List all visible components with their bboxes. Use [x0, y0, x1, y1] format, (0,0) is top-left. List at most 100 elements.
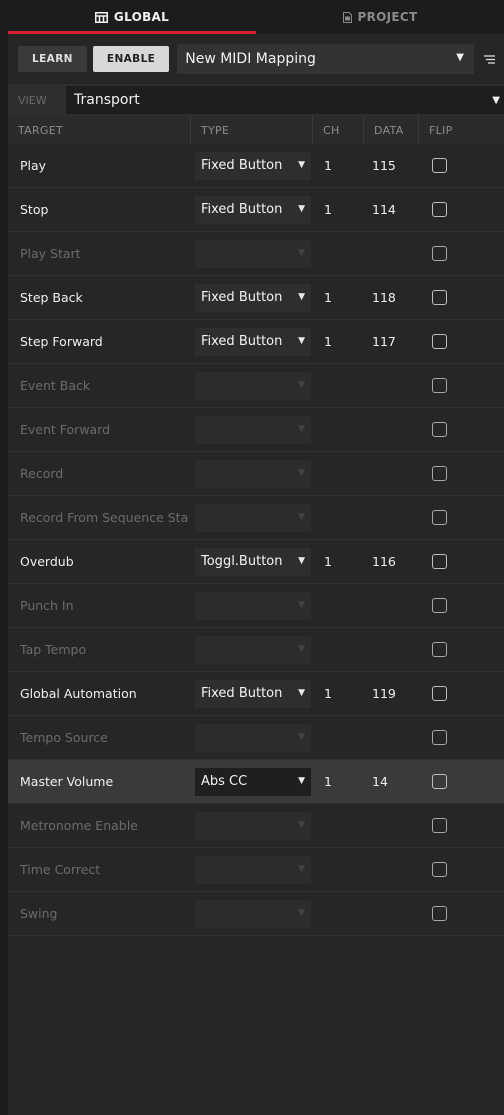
- table-row[interactable]: Play Fixed Button ▼ 1 115: [8, 144, 504, 188]
- flip-checkbox[interactable]: [432, 378, 447, 393]
- table-row[interactable]: Metronome Enable ▼: [8, 804, 504, 848]
- tab-project[interactable]: PROJECT: [256, 0, 504, 34]
- flip-cell: [419, 672, 504, 715]
- type-select[interactable]: ▼: [195, 371, 311, 400]
- type-select[interactable]: ▼: [195, 899, 311, 928]
- flip-checkbox[interactable]: [432, 510, 447, 525]
- channel-cell: [313, 364, 364, 407]
- type-select[interactable]: Fixed Button ▼: [195, 327, 311, 356]
- table-row[interactable]: Global Automation Fixed Button ▼ 1 119: [8, 672, 504, 716]
- type-select[interactable]: ▼: [195, 723, 311, 752]
- table-header: TARGET TYPE CH DATA FLIP: [8, 116, 504, 144]
- type-select-value: Fixed Button: [201, 334, 283, 349]
- type-select[interactable]: Abs CC ▼: [195, 767, 311, 796]
- table-row[interactable]: Master Volume Abs CC ▼ 1 14: [8, 760, 504, 804]
- tab-bar: GLOBAL PROJECT: [8, 0, 504, 34]
- type-cell: ▼: [191, 804, 313, 847]
- type-select-value: Fixed Button: [201, 686, 283, 701]
- flip-checkbox[interactable]: [432, 906, 447, 921]
- type-select[interactable]: ▼: [195, 855, 311, 884]
- type-cell: Fixed Button ▼: [191, 672, 313, 715]
- channel-cell: [313, 804, 364, 847]
- dropdown-arrow-icon: ▼: [456, 52, 464, 63]
- table-row[interactable]: Record ▼: [8, 452, 504, 496]
- flip-checkbox[interactable]: [432, 862, 447, 877]
- table-row[interactable]: Play Start ▼: [8, 232, 504, 276]
- flip-checkbox[interactable]: [432, 598, 447, 613]
- table-row[interactable]: Step Back Fixed Button ▼ 1 118: [8, 276, 504, 320]
- type-select[interactable]: ▼: [195, 811, 311, 840]
- type-select[interactable]: ▼: [195, 459, 311, 488]
- flip-checkbox[interactable]: [432, 818, 447, 833]
- type-cell: ▼: [191, 452, 313, 495]
- table-row[interactable]: Swing ▼: [8, 892, 504, 936]
- enable-button[interactable]: ENABLE: [92, 46, 170, 72]
- flip-cell: [419, 628, 504, 671]
- flip-checkbox[interactable]: [432, 290, 447, 305]
- dropdown-arrow-icon: ▼: [298, 555, 305, 566]
- view-select[interactable]: Transport ▼: [66, 86, 504, 114]
- data-cell: [364, 364, 419, 407]
- type-select-value: Fixed Button: [201, 290, 283, 305]
- learn-button[interactable]: LEARN: [18, 46, 87, 72]
- target-cell: Global Automation: [20, 686, 137, 701]
- flip-checkbox[interactable]: [432, 158, 447, 173]
- flip-checkbox[interactable]: [432, 202, 447, 217]
- type-select[interactable]: ▼: [195, 239, 311, 268]
- type-select[interactable]: Fixed Button ▼: [195, 151, 311, 180]
- flip-checkbox[interactable]: [432, 642, 447, 657]
- data-cell: 116: [372, 554, 396, 569]
- type-select[interactable]: ▼: [195, 415, 311, 444]
- target-cell: Time Correct: [20, 862, 101, 877]
- data-cell: 118: [372, 290, 396, 305]
- column-header-data: DATA: [364, 116, 419, 144]
- table-row[interactable]: Tempo Source ▼: [8, 716, 504, 760]
- flip-checkbox[interactable]: [432, 774, 447, 789]
- flip-checkbox[interactable]: [432, 554, 447, 569]
- type-cell: ▼: [191, 496, 313, 539]
- type-select[interactable]: Toggl.Button ▼: [195, 547, 311, 576]
- flip-checkbox[interactable]: [432, 334, 447, 349]
- type-select[interactable]: Fixed Button ▼: [195, 195, 311, 224]
- table-row[interactable]: Event Back ▼: [8, 364, 504, 408]
- table-row[interactable]: Event Forward ▼: [8, 408, 504, 452]
- type-select[interactable]: ▼: [195, 503, 311, 532]
- type-select-value: Toggl.Button: [201, 554, 283, 569]
- menu-icon[interactable]: [474, 54, 504, 64]
- flip-checkbox[interactable]: [432, 466, 447, 481]
- table-row[interactable]: Stop Fixed Button ▼ 1 114: [8, 188, 504, 232]
- tab-global-label: GLOBAL: [113, 10, 170, 24]
- table-row[interactable]: Overdub Toggl.Button ▼ 1 116: [8, 540, 504, 584]
- target-cell: Tap Tempo: [20, 642, 87, 657]
- type-select[interactable]: Fixed Button ▼: [195, 679, 311, 708]
- flip-checkbox[interactable]: [432, 686, 447, 701]
- view-label: VIEW: [18, 93, 47, 107]
- table-row[interactable]: Punch In ▼: [8, 584, 504, 628]
- data-cell: [364, 848, 419, 891]
- flip-checkbox[interactable]: [432, 246, 447, 261]
- flip-cell: [419, 452, 504, 495]
- target-cell: Event Forward: [20, 422, 111, 437]
- type-select[interactable]: ▼: [195, 591, 311, 620]
- flip-cell: [419, 716, 504, 759]
- mapping-select[interactable]: New MIDI Mapping ▼: [177, 44, 474, 74]
- data-cell: 117: [372, 334, 396, 349]
- table-row[interactable]: Step Forward Fixed Button ▼ 1 117: [8, 320, 504, 364]
- dropdown-arrow-icon: ▼: [298, 907, 305, 918]
- flip-checkbox[interactable]: [432, 730, 447, 745]
- view-select-value: Transport: [74, 92, 140, 108]
- table-row[interactable]: Time Correct ▼: [8, 848, 504, 892]
- type-select[interactable]: ▼: [195, 635, 311, 664]
- target-cell: Metronome Enable: [20, 818, 138, 833]
- target-cell: Swing: [20, 906, 58, 921]
- table-row[interactable]: Record From Sequence Sta ▼: [8, 496, 504, 540]
- type-cell: Abs CC ▼: [191, 760, 313, 803]
- type-select[interactable]: Fixed Button ▼: [195, 283, 311, 312]
- tab-global[interactable]: GLOBAL: [8, 0, 256, 34]
- flip-checkbox[interactable]: [432, 422, 447, 437]
- target-cell: Tempo Source: [20, 730, 108, 745]
- dropdown-arrow-icon: ▼: [298, 863, 305, 874]
- flip-cell: [419, 276, 504, 319]
- channel-cell: [313, 892, 364, 935]
- table-row[interactable]: Tap Tempo ▼: [8, 628, 504, 672]
